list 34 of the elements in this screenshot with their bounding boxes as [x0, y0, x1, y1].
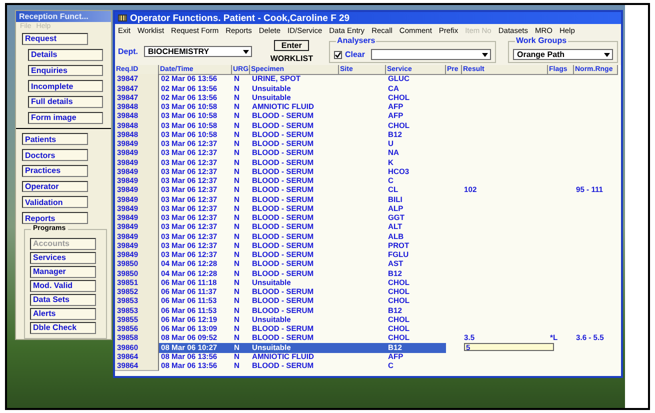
checkbox[interactable]	[334, 50, 342, 58]
nav-button[interactable]: Patients	[22, 133, 88, 146]
program-button[interactable]: Services	[30, 252, 96, 264]
program-button[interactable]: Manager	[30, 266, 96, 278]
dropdown-arrow-icon[interactable]	[603, 51, 611, 58]
program-button[interactable]: Dble Check	[30, 322, 96, 334]
window-title-text: Operator Functions. Patient - Cook,Caroline F 29	[130, 12, 350, 24]
nav-button[interactable]: Details	[28, 48, 103, 60]
checkbox-label: Clear	[344, 50, 365, 59]
dropdown-arrow-icon[interactable]	[242, 48, 250, 55]
program-button[interactable]: Mod. Valid	[30, 280, 96, 292]
dropdown-arrow-icon[interactable]	[481, 51, 489, 58]
worklist-label: WORKLIST	[270, 54, 313, 63]
nav-button[interactable]: Form image	[28, 112, 103, 124]
nav-button[interactable]: Full details	[28, 96, 103, 108]
program-button[interactable]: Data Sets	[30, 294, 96, 306]
nav-button[interactable]: Validation	[22, 196, 88, 208]
dept-label: Dept.	[118, 47, 138, 56]
panel-title: Reception Funct...	[16, 11, 111, 22]
dept-dropdown[interactable]: BIOCHEMISTRY	[144, 46, 252, 57]
group-title: Work Groups	[515, 36, 568, 45]
nav-button[interactable]: Doctors	[22, 149, 88, 161]
nav-button[interactable]: Practices	[22, 164, 88, 177]
nav-button[interactable]: Reports	[22, 212, 88, 224]
group-title: Analysers	[336, 36, 376, 45]
nav-button[interactable]: Incomplete	[28, 80, 103, 92]
nav-button[interactable]: Operator	[22, 180, 88, 192]
program-button[interactable]: Alerts	[30, 308, 96, 320]
nav-button[interactable]: Request	[22, 33, 88, 45]
analyser-dropdown[interactable]	[371, 49, 491, 60]
work-group-dropdown[interactable]: Orange Path	[513, 49, 613, 60]
enter-button[interactable]: Enter	[274, 40, 309, 51]
app-icon	[118, 14, 127, 22]
nav-button[interactable]: Enquiries	[28, 64, 103, 76]
